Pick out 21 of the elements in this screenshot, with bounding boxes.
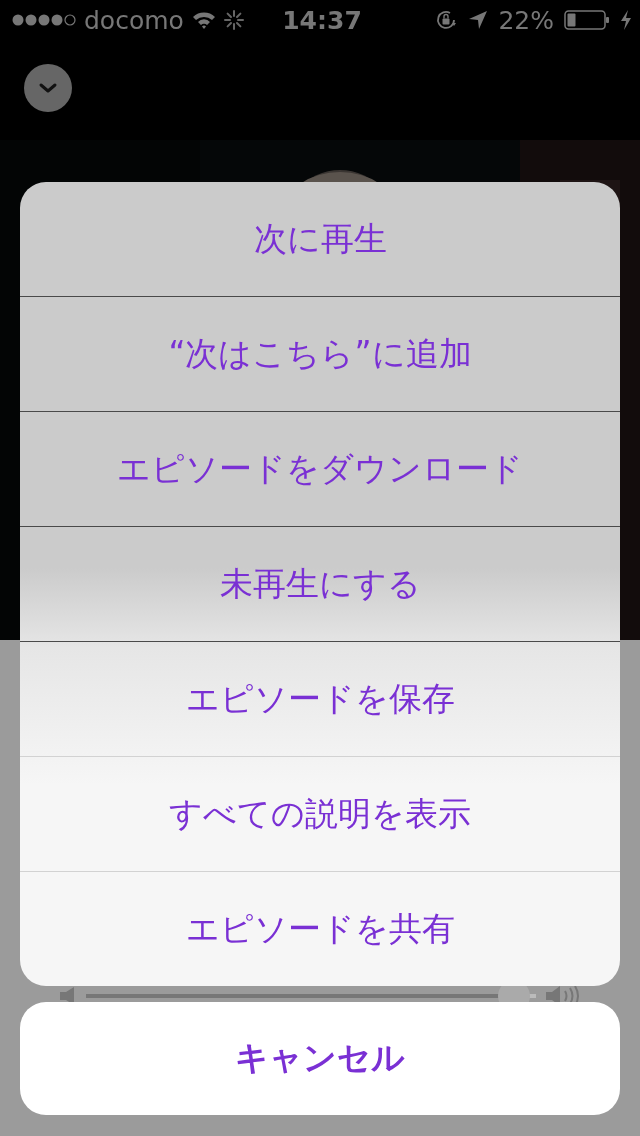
action-item[interactable]: エピソードをダウンロード [20,412,620,527]
rotation-lock-icon [434,8,459,32]
action-item[interactable]: エピソードを保存 [20,642,620,756]
charging-icon [620,10,632,30]
action-item[interactable]: すべての説明を表示 [20,756,620,871]
location-arrow-icon [468,10,489,30]
battery-icon [564,10,610,30]
speaker-quiet-icon [60,987,76,1005]
action-item[interactable]: “次はこちら”に追加 [20,297,620,412]
clock-time: 14:37 [282,5,362,35]
cancel-button[interactable]: キャンセル [20,1002,620,1115]
chevron-down-icon [38,82,58,94]
battery-percentage: 22% [498,5,554,35]
wifi-icon [191,11,216,29]
carrier-name: docomo [84,5,184,35]
action-item[interactable]: 未再生にする [20,527,620,642]
action-item[interactable]: 次に再生 [20,182,620,297]
signal-icon [12,13,76,27]
spinner-icon [223,10,244,30]
collapse-button[interactable] [24,64,72,112]
action-item[interactable]: エピソードを共有 [20,871,620,986]
